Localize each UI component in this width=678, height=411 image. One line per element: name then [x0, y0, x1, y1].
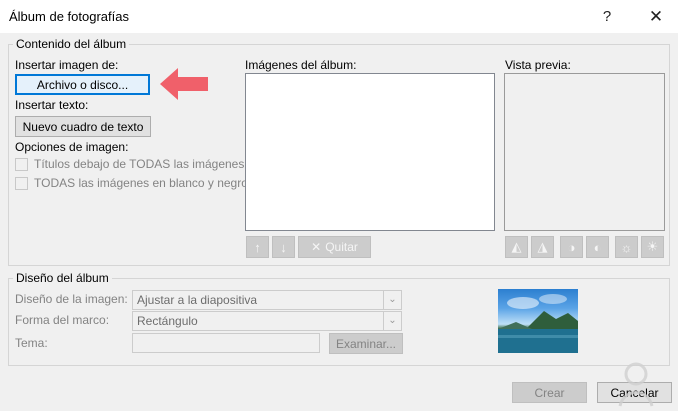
- black-white-checkbox[interactable]: [15, 177, 28, 190]
- file-or-disk-label: Archivo o disco...: [36, 77, 129, 92]
- black-white-checkbox-label: TODAS las imágenes en blanco y negro: [34, 176, 248, 190]
- window-title: Álbum de fotografías: [9, 9, 129, 24]
- close-button[interactable]: ✕: [636, 0, 676, 33]
- title-bar: Álbum de fotografías ? ✕: [0, 0, 678, 33]
- frame-shape-value: Rectángulo: [137, 314, 198, 328]
- album-images-list[interactable]: [245, 73, 495, 231]
- preview-label: Vista previa:: [505, 58, 571, 72]
- remove-icon: ✕: [311, 240, 322, 254]
- remove-button[interactable]: ✕ Quitar: [298, 236, 371, 258]
- new-textbox-button[interactable]: Nuevo cuadro de texto: [15, 116, 151, 137]
- browse-button[interactable]: Examinar...: [329, 333, 403, 354]
- create-label: Crear: [534, 385, 565, 400]
- browse-label: Examinar...: [335, 336, 397, 351]
- remove-label: Quitar: [325, 240, 358, 254]
- help-button[interactable]: ?: [587, 0, 627, 33]
- album-content-legend: Contenido del álbum: [13, 37, 130, 51]
- brightness-up-icon: ☼: [620, 239, 633, 255]
- contrast-down-icon: ◐: [593, 239, 602, 255]
- brightness-down-icon: ☀: [646, 239, 659, 254]
- frame-shape-select[interactable]: Rectángulo ⌄: [132, 311, 402, 331]
- album-layout-legend: Diseño del álbum: [13, 271, 112, 285]
- picture-layout-value: Ajustar a la diapositiva: [137, 293, 258, 307]
- brightness-up-button[interactable]: ☼: [615, 236, 638, 258]
- rotate-left-button[interactable]: ◭: [505, 236, 528, 258]
- new-textbox-label: Nuevo cuadro de texto: [22, 119, 144, 134]
- landscape-icon: [498, 294, 578, 353]
- layout-preview-image: [498, 289, 578, 353]
- watermark-logo-icon: [618, 362, 654, 407]
- rotate-right-button[interactable]: ◮: [531, 236, 554, 258]
- chevron-down-icon: ⌄: [383, 291, 401, 309]
- preview-pane: [504, 73, 665, 231]
- chevron-down-icon: ⌄: [383, 312, 401, 330]
- arrow-down-icon: ↓: [280, 239, 287, 255]
- insert-text-label: Insertar texto:: [15, 98, 89, 112]
- red-arrow-icon: [160, 68, 208, 100]
- rotate-right-icon: ◮: [537, 239, 548, 254]
- arrow-up-icon: ↑: [254, 239, 261, 255]
- rotate-left-icon: ◭: [511, 239, 522, 254]
- captions-checkbox-label: Títulos debajo de TODAS las imágenes: [34, 157, 245, 171]
- theme-input[interactable]: [132, 333, 320, 353]
- captions-checkbox[interactable]: [15, 158, 28, 171]
- album-images-label: Imágenes del álbum:: [245, 58, 357, 72]
- help-icon: ?: [602, 8, 612, 25]
- image-options-label: Opciones de imagen:: [15, 140, 129, 154]
- create-button[interactable]: Crear: [512, 382, 587, 403]
- picture-layout-label: Diseño de la imagen:: [15, 292, 128, 306]
- close-icon: ✕: [648, 6, 664, 26]
- move-up-button[interactable]: ↑: [246, 236, 269, 258]
- contrast-up-icon: ◑: [567, 239, 576, 255]
- contrast-up-button[interactable]: ◑: [560, 236, 583, 258]
- contrast-down-button[interactable]: ◐: [586, 236, 609, 258]
- frame-shape-label: Forma del marco:: [15, 313, 110, 327]
- insert-image-label: Insertar imagen de:: [15, 58, 119, 72]
- brightness-down-button[interactable]: ☀: [641, 236, 664, 258]
- move-down-button[interactable]: ↓: [272, 236, 295, 258]
- picture-layout-select[interactable]: Ajustar a la diapositiva ⌄: [132, 290, 402, 310]
- file-or-disk-button[interactable]: Archivo o disco...: [15, 74, 150, 95]
- theme-label: Tema:: [15, 336, 48, 350]
